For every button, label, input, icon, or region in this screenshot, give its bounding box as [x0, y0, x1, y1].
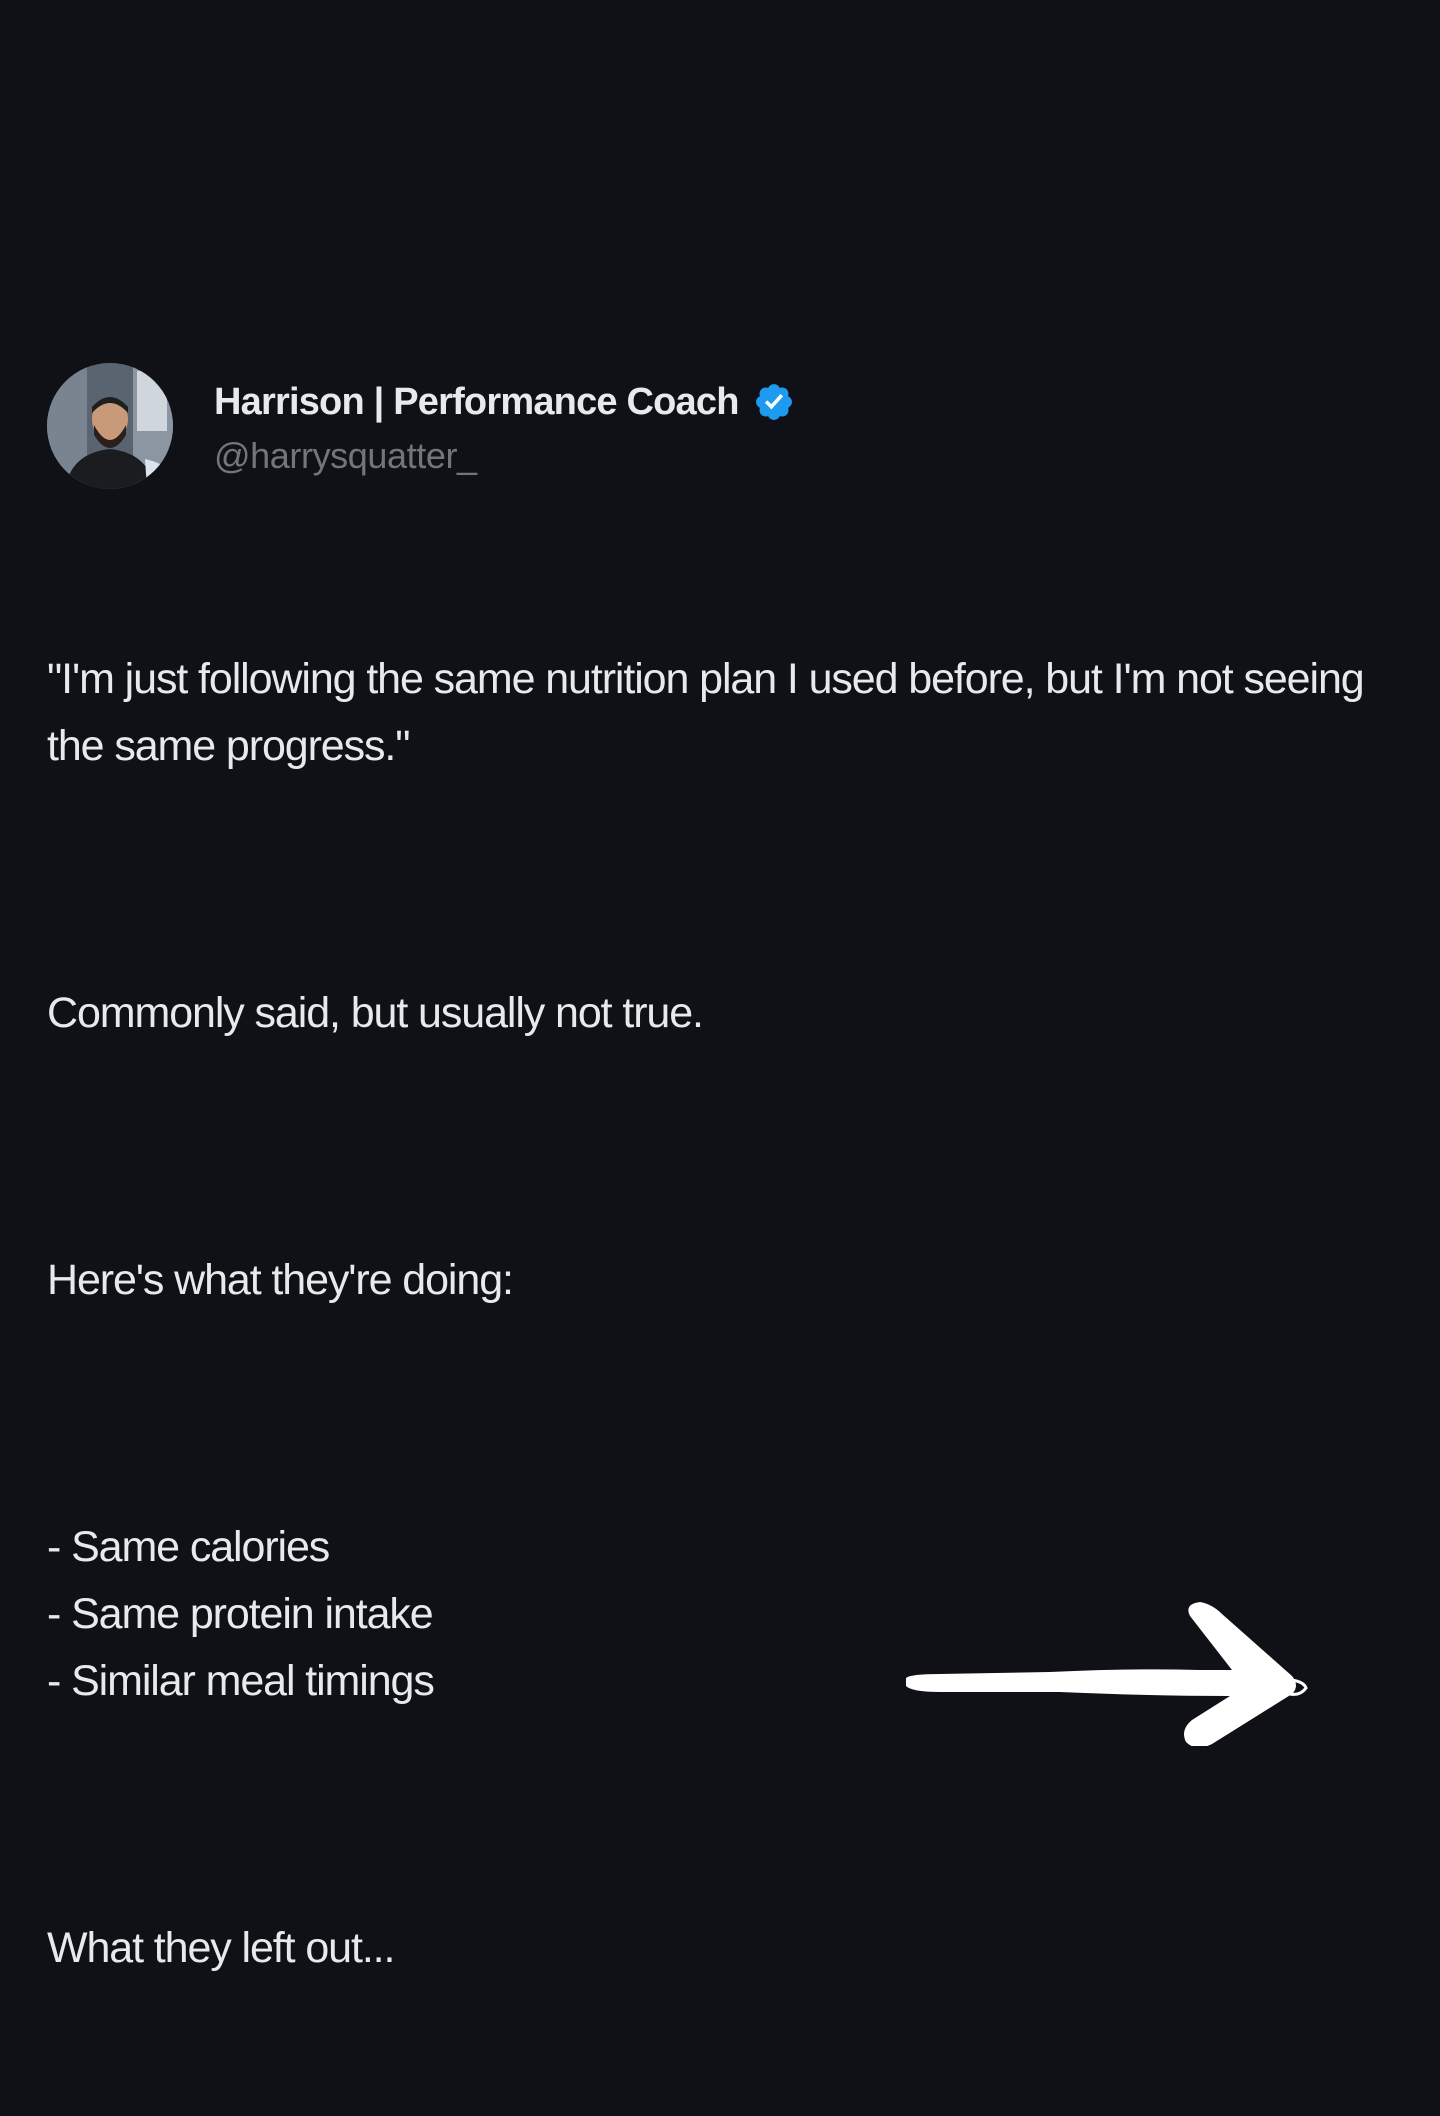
post-paragraph: Here's what they're doing: [47, 1256, 514, 1304]
author-identity: Harrison | Performance Coach @harrysquat… [214, 375, 795, 477]
verified-badge-icon[interactable] [753, 381, 795, 423]
author-display-name[interactable]: Harrison | Performance Coach [214, 381, 739, 424]
name-row: Harrison | Performance Coach [214, 375, 795, 429]
avatar[interactable] [47, 363, 173, 489]
post-body: "I'm just following the same nutrition p… [47, 512, 1407, 2116]
post-paragraph: "I'm just following the same nutrition p… [47, 655, 1375, 770]
hand-drawn-arrow-right-icon [906, 1602, 1308, 1746]
post-paragraph: Commonly said, but usually not true. [47, 989, 704, 1037]
post-closing: What they left out... [47, 1924, 395, 1972]
author-handle[interactable]: @harrysquatter_ [214, 435, 795, 477]
list-item: - Same calories [47, 1523, 330, 1571]
user-avatar-icon [47, 363, 173, 489]
post-card: Harrison | Performance Coach @harrysquat… [47, 362, 1407, 2116]
post-header: Harrison | Performance Coach @harrysquat… [47, 362, 1407, 490]
